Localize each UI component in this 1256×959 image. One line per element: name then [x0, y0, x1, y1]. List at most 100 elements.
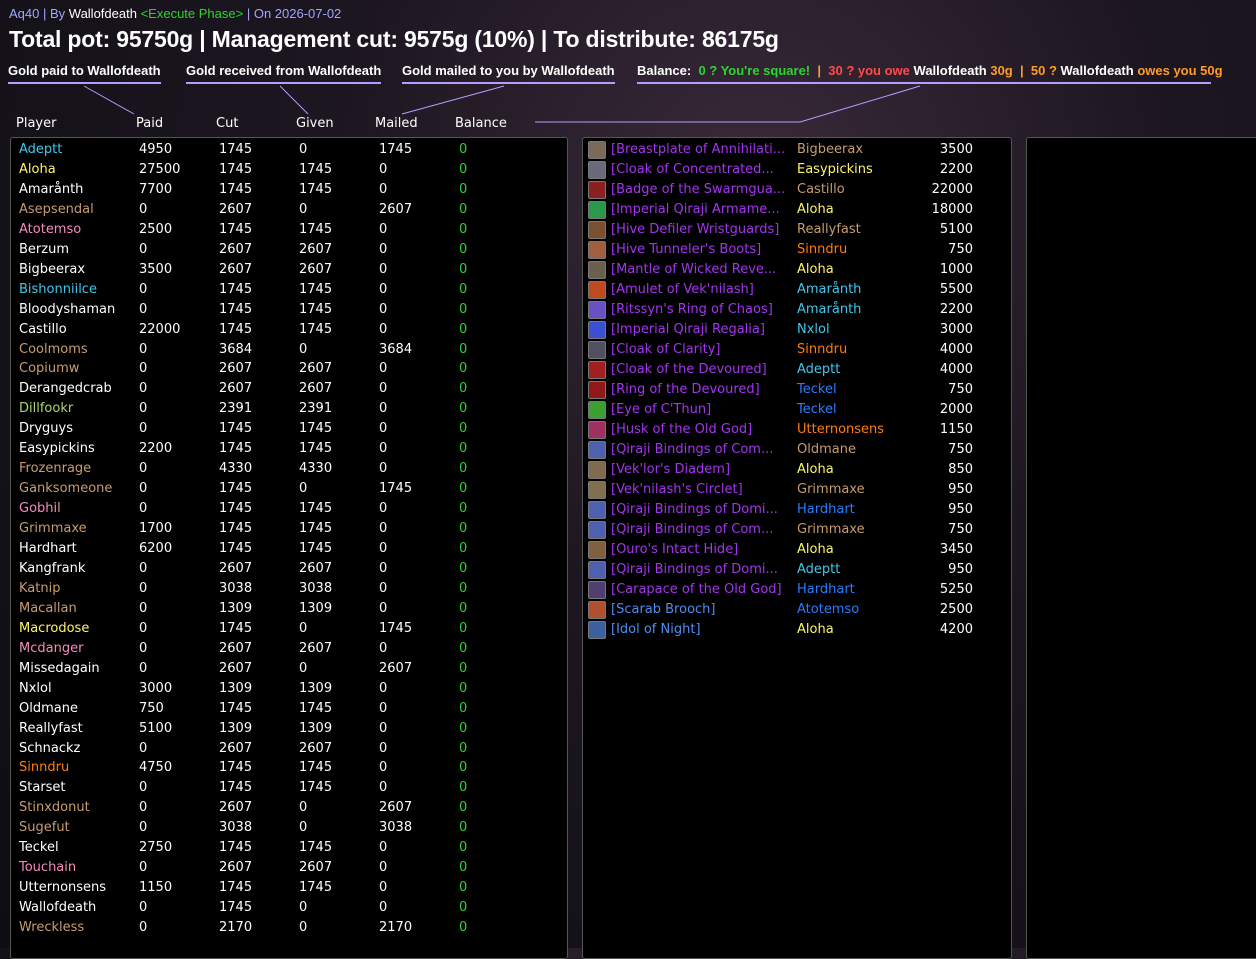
given-amount: 0 [299, 660, 308, 676]
loot-row[interactable]: [Imperial Qiraji Regalia] Nxlol 3000 [583, 320, 1003, 340]
loot-row[interactable]: [Eye of C'Thun] Teckel 2000 [583, 400, 1003, 420]
table-row[interactable]: Bishonniilce 0 1745 1745 0 0 [11, 280, 561, 300]
item-icon [588, 441, 606, 459]
loot-row[interactable]: [Hive Defiler Wristguards] Reallyfast 5100 [583, 220, 1003, 240]
loot-row[interactable]: [Mantle of Wicked Reve... Aloha 1000 [583, 260, 1003, 280]
item-link[interactable]: [Amulet of Vek'nilash] [611, 280, 754, 300]
loot-row[interactable]: [Qiraji Bindings of Domi... Hardhart 950 [583, 500, 1003, 520]
table-row[interactable]: Amarånth 7700 1745 1745 0 0 [11, 180, 561, 200]
table-row[interactable]: Mcdanger 0 2607 2607 0 0 [11, 639, 561, 659]
paid-amount: 2500 [139, 221, 173, 237]
table-row[interactable]: Dillfookr 0 2391 2391 0 0 [11, 399, 561, 419]
table-row[interactable]: Gobhil 0 1745 1745 0 0 [11, 499, 561, 519]
loot-row[interactable]: [Ritssyn's Ring of Chaos] Amarånth 2200 [583, 300, 1003, 320]
mailed-amount: 2170 [379, 920, 413, 936]
table-row[interactable]: Starset 0 1745 1745 0 0 [11, 778, 561, 798]
table-row[interactable]: Kangfrank 0 2607 2607 0 0 [11, 559, 561, 579]
mailed-amount: 0 [379, 580, 388, 596]
item-link[interactable]: [Eye of C'Thun] [611, 400, 711, 420]
table-row[interactable]: Missedagain 0 2607 0 2607 0 [11, 659, 561, 679]
loot-row[interactable]: [Hive Tunneler's Boots] Sinndru 750 [583, 240, 1003, 260]
item-link[interactable]: [Ouro's Intact Hide] [611, 540, 738, 560]
item-link[interactable]: [Imperial Qiraji Armame... [611, 200, 780, 220]
loot-row[interactable]: [Cloak of the Devoured] Adeptt 4000 [583, 360, 1003, 380]
loot-row[interactable]: [Vek'lor's Diadem] Aloha 850 [583, 460, 1003, 480]
table-row[interactable]: Macrodose 0 1745 0 1745 0 [11, 619, 561, 639]
item-link[interactable]: [Scarab Brooch] [611, 600, 715, 620]
table-row[interactable]: Frozenrage 0 4330 4330 0 0 [11, 459, 561, 479]
table-row[interactable]: Bigbeerax 3500 2607 2607 0 0 [11, 260, 561, 280]
col-header-paid: Paid [136, 116, 164, 131]
item-link[interactable]: [Imperial Qiraji Regalia] [611, 320, 765, 340]
table-row[interactable]: Touchain 0 2607 2607 0 0 [11, 858, 561, 878]
loot-row[interactable]: [Breastplate of Annihilati... Bigbeerax 35… [583, 140, 1003, 160]
table-row[interactable]: Teckel 2750 1745 1745 0 0 [11, 838, 561, 858]
loot-row[interactable]: [Scarab Brooch] Atotemso 2500 [583, 600, 1003, 620]
item-link[interactable]: [Badge of the Swarmgua... [611, 180, 785, 200]
table-row[interactable]: Aloha 27500 1745 1745 0 0 [11, 160, 561, 180]
table-row[interactable]: Copiumw 0 2607 2607 0 0 [11, 359, 561, 379]
table-row[interactable]: Macallan 0 1309 1309 0 0 [11, 599, 561, 619]
loot-row[interactable]: [Carapace of the Old God] Hardhart 5250 [583, 580, 1003, 600]
loot-row[interactable]: [Qiraji Bindings of Com... Oldmane 750 [583, 440, 1003, 460]
item-link[interactable]: [Qiraji Bindings of Domi... [611, 500, 778, 520]
loot-row[interactable]: [Cloak of Clarity] Sinndru 4000 [583, 340, 1003, 360]
table-row[interactable]: Coolmoms 0 3684 0 3684 0 [11, 340, 561, 360]
item-link[interactable]: [Ring of the Devoured] [611, 380, 760, 400]
table-row[interactable]: Ganksomeone 0 1745 0 1745 0 [11, 479, 561, 499]
table-row[interactable]: Atotemso 2500 1745 1745 0 0 [11, 220, 561, 240]
item-link[interactable]: [Ritssyn's Ring of Chaos] [611, 300, 773, 320]
item-link[interactable]: [Cloak of Concentrated... [611, 160, 774, 180]
table-row[interactable]: Easypickins 2200 1745 1745 0 0 [11, 439, 561, 459]
mailed-amount: 0 [379, 680, 388, 696]
item-link[interactable]: [Husk of the Old God] [611, 420, 752, 440]
item-link[interactable]: [Cloak of the Devoured] [611, 360, 767, 380]
item-link[interactable]: [Vek'lor's Diadem] [611, 460, 730, 480]
table-row[interactable]: Sugefut 0 3038 0 3038 0 [11, 818, 561, 838]
loot-row[interactable]: [Ring of the Devoured] Teckel 750 [583, 380, 1003, 400]
table-row[interactable]: Castillo 22000 1745 1745 0 0 [11, 320, 561, 340]
item-icon [588, 581, 606, 599]
table-row[interactable]: Berzum 0 2607 2607 0 0 [11, 240, 561, 260]
item-link[interactable]: [Qiraji Bindings of Com... [611, 440, 773, 460]
table-row[interactable]: Utternonsens 1150 1745 1745 0 0 [11, 878, 561, 898]
loot-row[interactable]: [Amulet of Vek'nilash] Amarånth 5500 [583, 280, 1003, 300]
table-row[interactable]: Stinxdonut 0 2607 0 2607 0 [11, 798, 561, 818]
table-row[interactable]: Derangedcrab 0 2607 2607 0 0 [11, 379, 561, 399]
table-row[interactable]: Sinndru 4750 1745 1745 0 0 [11, 758, 561, 778]
table-row[interactable]: Hardhart 6200 1745 1745 0 0 [11, 539, 561, 559]
table-row[interactable]: Wallofdeath 0 1745 0 0 0 [11, 898, 561, 918]
table-row[interactable]: Katnip 0 3038 3038 0 0 [11, 579, 561, 599]
item-link[interactable]: [Carapace of the Old God] [611, 580, 782, 600]
item-link[interactable]: [Breastplate of Annihilati... [611, 140, 785, 160]
item-link[interactable]: [Mantle of Wicked Reve... [611, 260, 776, 280]
table-row[interactable]: Reallyfast 5100 1309 1309 0 0 [11, 719, 561, 739]
loot-row[interactable]: [Cloak of Concentrated... Easypickins 2200 [583, 160, 1003, 180]
table-row[interactable]: Wreckless 0 2170 0 2170 0 [11, 918, 561, 938]
loot-row[interactable]: [Qiraji Bindings of Com... Grimmaxe 750 [583, 520, 1003, 540]
table-row[interactable]: Schnackz 0 2607 2607 0 0 [11, 739, 561, 759]
loot-row[interactable]: [Vek'nilash's Circlet] Grimmaxe 950 [583, 480, 1003, 500]
item-link[interactable]: [Qiraji Bindings of Domi... [611, 560, 778, 580]
loot-row[interactable]: [Husk of the Old God] Utternonsens 1150 [583, 420, 1003, 440]
table-row[interactable]: Dryguys 0 1745 1745 0 0 [11, 419, 561, 439]
item-link[interactable]: [Cloak of Clarity] [611, 340, 720, 360]
loot-row[interactable]: [Idol of Night] Aloha 4200 [583, 620, 1003, 640]
item-link[interactable]: [Idol of Night] [611, 620, 701, 640]
table-row[interactable]: Bloodyshaman 0 1745 1745 0 0 [11, 300, 561, 320]
table-row[interactable]: Oldmane 750 1745 1745 0 0 [11, 699, 561, 719]
loot-row[interactable]: [Imperial Qiraji Armame... Aloha 18000 [583, 200, 1003, 220]
table-row[interactable]: Nxlol 3000 1309 1309 0 0 [11, 679, 561, 699]
table-row[interactable]: Adeptt 4950 1745 0 1745 0 [11, 140, 561, 160]
table-row[interactable]: Asepsendal 0 2607 0 2607 0 [11, 200, 561, 220]
loot-row[interactable]: [Badge of the Swarmgua... Castillo 22000 [583, 180, 1003, 200]
loot-row[interactable]: [Ouro's Intact Hide] Aloha 3450 [583, 540, 1003, 560]
table-row[interactable]: Grimmaxe 1700 1745 1745 0 0 [11, 519, 561, 539]
item-link[interactable]: [Qiraji Bindings of Com... [611, 520, 773, 540]
item-link[interactable]: [Hive Tunneler's Boots] [611, 240, 761, 260]
loot-row[interactable]: [Qiraji Bindings of Domi... Adeptt 950 [583, 560, 1003, 580]
player-ledger-panel[interactable]: Adeptt 4950 1745 0 1745 0 Aloha 27500 1745 1745 0 0… [10, 137, 568, 959]
item-link[interactable]: [Vek'nilash's Circlet] [611, 480, 743, 500]
loot-panel[interactable]: [Breastplate of Annihilati... Bigbeerax 35… [582, 137, 1012, 959]
item-link[interactable]: [Hive Defiler Wristguards] [611, 220, 779, 240]
